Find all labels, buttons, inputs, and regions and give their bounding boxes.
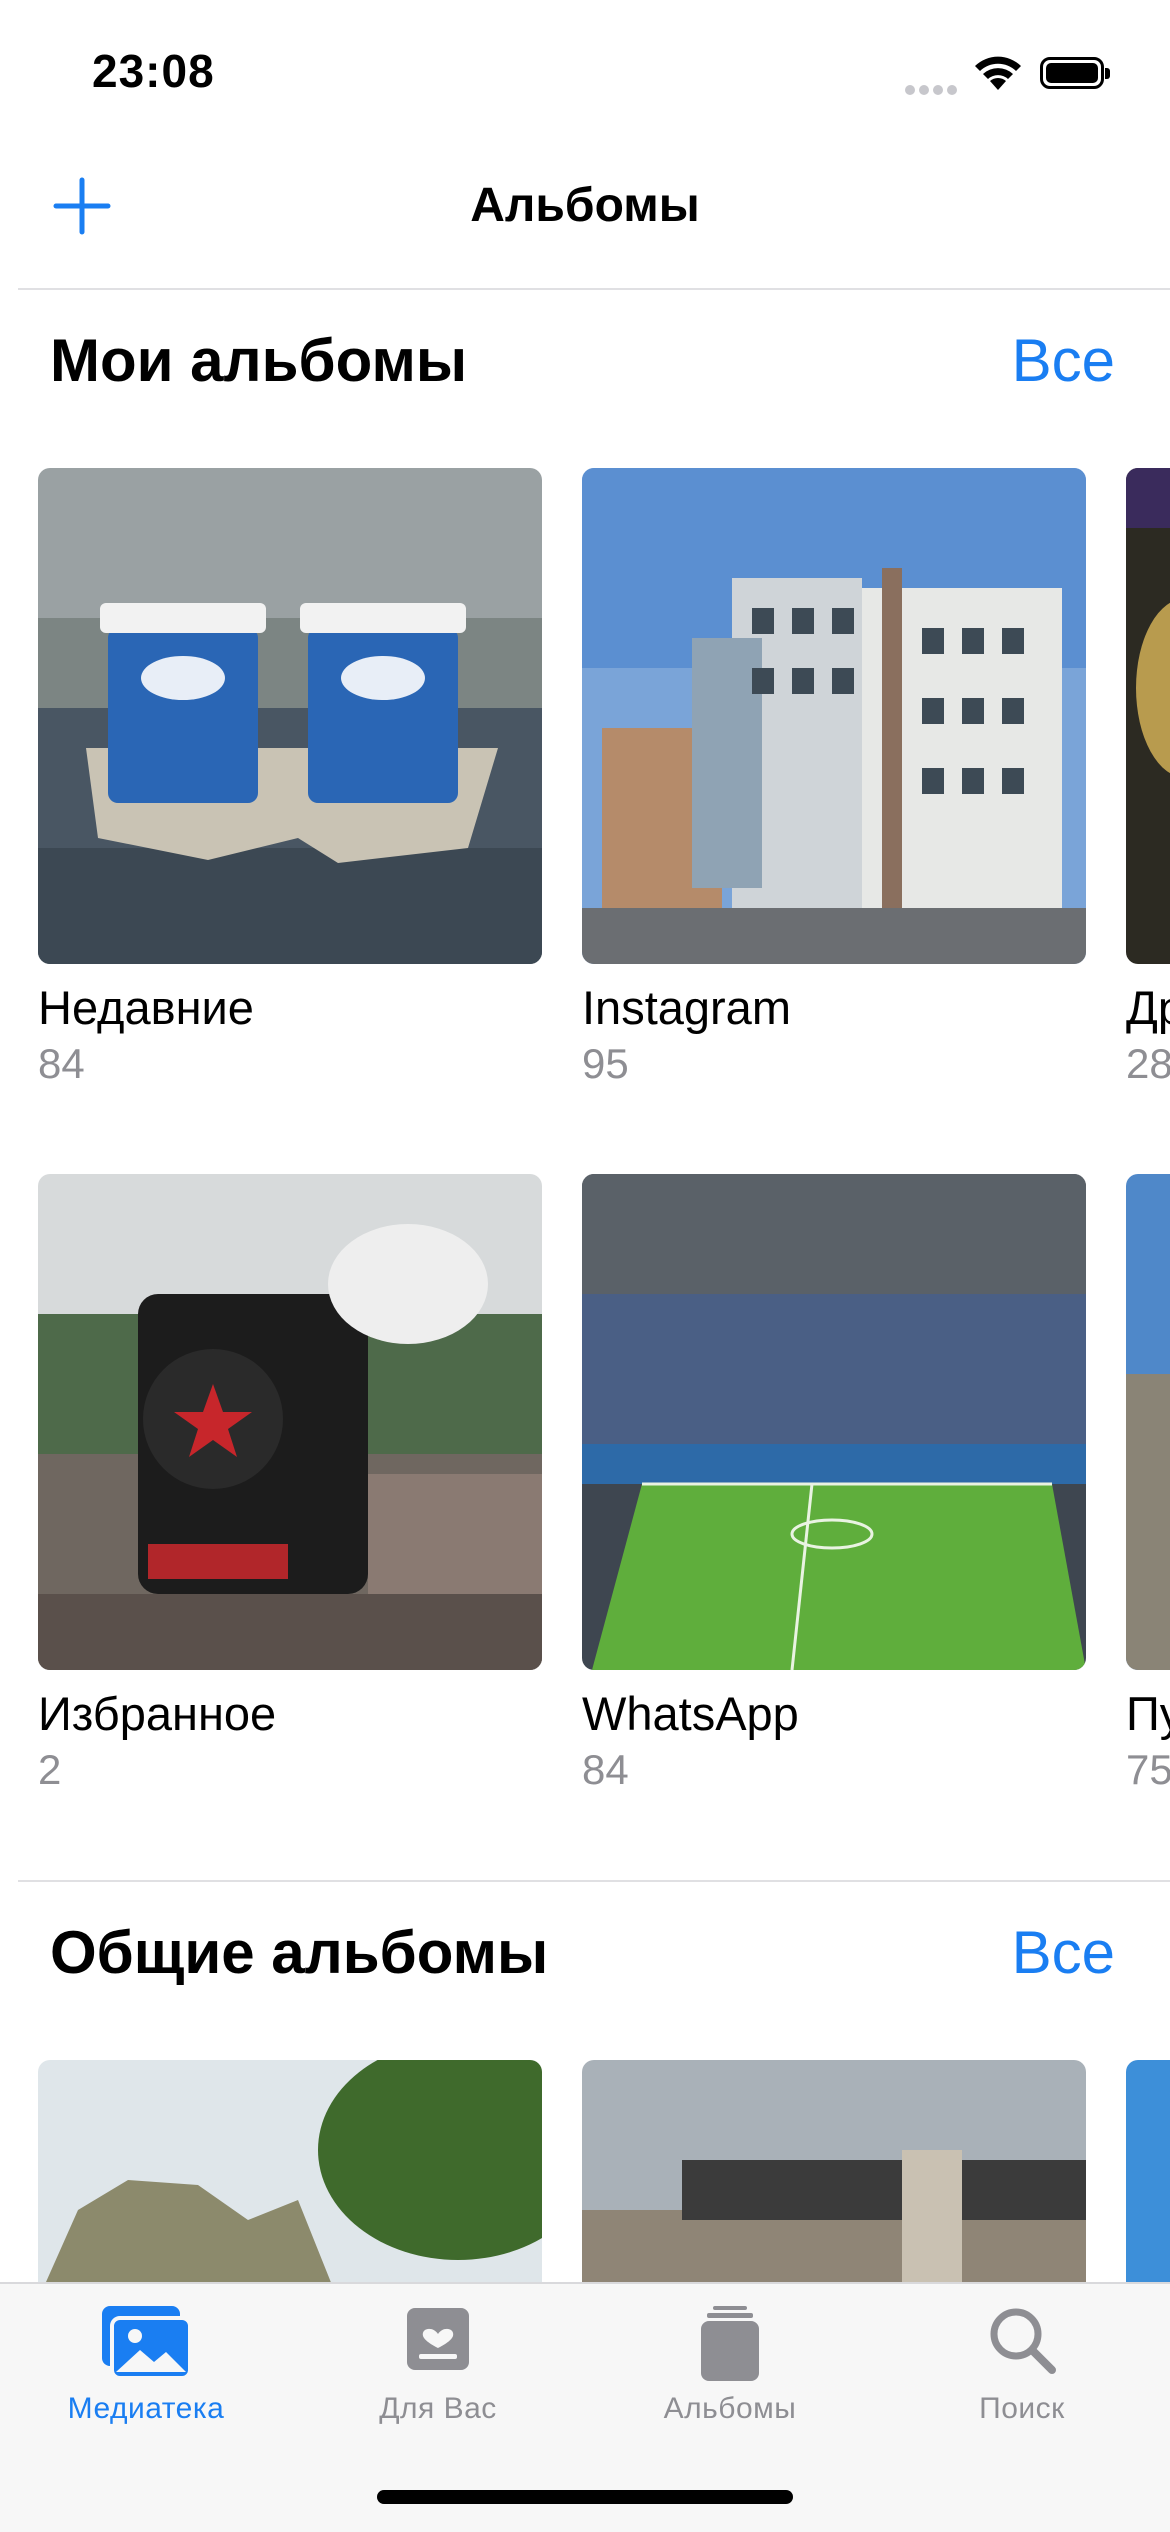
search-icon	[986, 2304, 1058, 2381]
status-time: 23:08	[92, 45, 215, 97]
tab-label: Поиск	[979, 2392, 1065, 2425]
album-count: 2	[38, 1746, 62, 1793]
album-thumbnail-partial[interactable]	[1126, 468, 1170, 964]
album-count: 95	[582, 1040, 629, 1087]
tab-albums[interactable]: Альбомы	[584, 2284, 876, 2484]
album-count: 84	[38, 1040, 85, 1087]
album-count: 28	[1126, 1040, 1170, 1087]
home-indicator[interactable]	[377, 2490, 793, 2504]
tab-label: Медиатека	[67, 2392, 225, 2425]
albums-stack-icon	[699, 2304, 761, 2389]
album-count: 84	[582, 1746, 629, 1793]
tab-label: Альбомы	[663, 2392, 797, 2425]
battery-icon	[1040, 57, 1110, 89]
my-albums-see-all-button[interactable]: Все	[1012, 326, 1115, 395]
album-name: Др	[1126, 981, 1170, 1034]
photo-library-icon	[100, 2304, 192, 2385]
for-you-icon	[405, 2304, 471, 2379]
page-title: Альбомы	[470, 179, 700, 232]
album-thumbnail-instagram[interactable]	[582, 468, 1086, 964]
album-thumbnail-partial[interactable]	[1126, 1174, 1170, 1670]
album-thumbnail-recents[interactable]	[38, 468, 542, 964]
tab-for-you[interactable]: Для Вас	[292, 2284, 584, 2484]
shared-albums-see-all-button[interactable]: Все	[1012, 1918, 1115, 1987]
album-name: Пу	[1126, 1687, 1170, 1740]
shared-album-thumbnail[interactable]	[38, 2060, 542, 2300]
album-name: Instagram	[582, 981, 791, 1034]
section-divider	[18, 1880, 1170, 1882]
tab-search[interactable]: Поиск	[876, 2284, 1168, 2484]
shared-album-thumbnail[interactable]	[1126, 2060, 1170, 2300]
wifi-icon	[972, 52, 1024, 97]
album-name: Избранное	[38, 1687, 277, 1740]
nav-divider	[18, 288, 1170, 290]
cellular-signal-icon	[905, 82, 961, 100]
shared-albums-title: Общие альбомы	[50, 1919, 549, 1986]
album-count: 75	[1126, 1746, 1170, 1793]
album-name: Недавние	[38, 981, 254, 1034]
album-thumbnail-favorites[interactable]	[38, 1174, 542, 1670]
album-name: WhatsApp	[582, 1687, 799, 1740]
album-thumbnail-whatsapp[interactable]	[582, 1174, 1086, 1670]
tab-library[interactable]: Медиатека	[0, 2284, 292, 2484]
shared-album-thumbnail[interactable]	[582, 2060, 1086, 2300]
my-albums-title: Мои альбомы	[50, 327, 468, 394]
tab-label: Для Вас	[379, 2392, 497, 2425]
